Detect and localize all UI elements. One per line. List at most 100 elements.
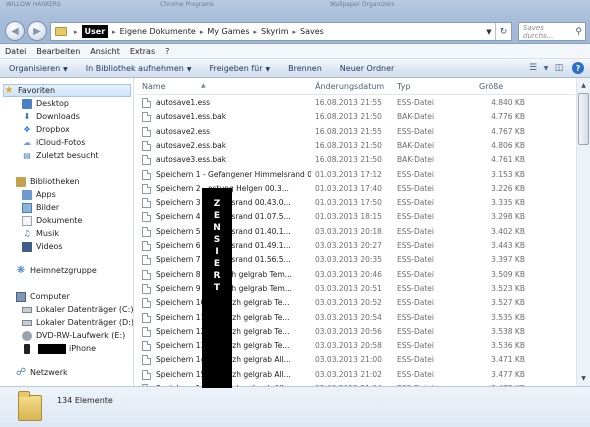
nav-drive-d[interactable]: Lokaler Datenträger (D:) bbox=[22, 316, 133, 329]
video-icon bbox=[22, 241, 32, 252]
share-button[interactable]: Freigeben für ▼ bbox=[200, 64, 279, 73]
file-name: Speichern 1 - Gefangener Himmelsrand 0..… bbox=[156, 169, 311, 179]
file-row[interactable]: Speichern 11 - dsturzh gelgrab Te...03.0… bbox=[135, 311, 575, 325]
scroll-up-icon[interactable]: ▲ bbox=[577, 79, 590, 92]
vertical-scrollbar[interactable]: ▲ ▼ bbox=[576, 78, 590, 386]
nav-drive-e[interactable]: DVD-RW-Laufwerk (E:) bbox=[22, 329, 125, 342]
file-size: 3.298 KB bbox=[491, 212, 525, 222]
menu-bearbeiten[interactable]: Bearbeiten bbox=[31, 47, 85, 56]
file-row[interactable]: autosave2.ess.bak 16.08.2013 21:50 BAK-Dat… bbox=[135, 139, 575, 153]
censor-letter: I bbox=[215, 247, 219, 257]
address-bar[interactable]: ▸ User ▸ Eigene Dokumente ▸ My Games ▸ S… bbox=[50, 22, 512, 41]
organize-button[interactable]: Organisieren ▼ bbox=[0, 64, 77, 73]
search-icon[interactable]: ⚲ bbox=[575, 27, 582, 37]
file-row[interactable]: Speichern 7 - immelsrand 01.56.5...03.03… bbox=[135, 253, 575, 267]
censor-bar: ZENSIERT bbox=[202, 188, 232, 388]
file-row[interactable]: Speichern 13 - dsturzh gelgrab Te...03.0… bbox=[135, 339, 575, 353]
nav-icloud[interactable]: ☁ iCloud-Fotos bbox=[22, 136, 85, 149]
file-row[interactable]: Speichern 14 - dsturzh gelgrab All...03.… bbox=[135, 353, 575, 367]
file-row[interactable]: Speichern 6 - immelsrand 01.49.1...03.03… bbox=[135, 239, 575, 253]
help-icon[interactable]: ? bbox=[572, 62, 584, 74]
preview-pane-icon[interactable]: ◫ bbox=[550, 61, 568, 76]
column-type[interactable]: Typ bbox=[397, 82, 410, 91]
nav-downloads[interactable]: ⬇ Downloads bbox=[22, 110, 80, 123]
nav-videos[interactable]: Videos bbox=[22, 240, 63, 253]
file-type: ESS-Datei bbox=[397, 183, 434, 193]
nav-homegroup[interactable]: ❋ Heimnetzgruppe bbox=[16, 264, 97, 277]
burn-button[interactable]: Brennen bbox=[279, 64, 331, 73]
file-row[interactable]: Speichern 1 - Gefangener Himmelsrand 0..… bbox=[135, 168, 575, 182]
nav-pictures-label: Bilder bbox=[36, 203, 60, 212]
breadcrumb-my-games[interactable]: My Games bbox=[207, 27, 249, 36]
refresh-icon[interactable]: ↻ bbox=[495, 23, 511, 40]
nav-desktop[interactable]: Desktop bbox=[22, 97, 69, 110]
file-type: ESS-Datei bbox=[397, 269, 434, 279]
nav-network[interactable]: ☍ Netzwerk bbox=[16, 366, 68, 379]
include-library-label: In Bibliothek aufnehmen bbox=[85, 63, 184, 73]
back-button[interactable]: ◀ bbox=[5, 21, 25, 41]
star-icon: ★ bbox=[4, 85, 14, 96]
nav-documents[interactable]: Dokumente bbox=[22, 214, 82, 227]
file-row[interactable]: autosave1.ess.bak 16.08.2013 21:50 BAK-Dat… bbox=[135, 110, 575, 124]
file-row[interactable]: autosave2.ess 16.08.2013 21:55 ESS-Datei 4.… bbox=[135, 125, 575, 139]
forward-button[interactable]: ▶ bbox=[27, 21, 47, 41]
include-library-button[interactable]: In Bibliothek aufnehmen ▼ bbox=[77, 64, 201, 73]
nav-recent-label: Zuletzt besucht bbox=[36, 151, 99, 160]
chevron-right-icon[interactable]: ▸ bbox=[293, 28, 297, 36]
breadcrumb-saves[interactable]: Saves bbox=[300, 27, 324, 36]
file-row[interactable]: Speichern 12 - dsturzh gelgrab Te...03.0… bbox=[135, 325, 575, 339]
column-date[interactable]: Änderungsdatum bbox=[315, 82, 384, 91]
chevron-right-icon[interactable]: ▸ bbox=[200, 28, 204, 36]
nav-iphone[interactable]: iPhone bbox=[24, 342, 96, 355]
chevron-down-icon[interactable]: ▼ bbox=[483, 28, 495, 36]
nav-music[interactable]: ♫ Musik bbox=[22, 227, 59, 240]
menu-extras[interactable]: Extras bbox=[125, 47, 160, 56]
breadcrumb-skyrim[interactable]: Skyrim bbox=[261, 27, 288, 36]
column-size[interactable]: Größe bbox=[479, 82, 503, 91]
nav-dropbox[interactable]: ❖ Dropbox bbox=[22, 123, 69, 136]
file-row[interactable]: Speichern 8 - dsturzh gelgrab Tem...03.0… bbox=[135, 268, 575, 282]
search-input[interactable]: Saves durchs... ⚲ bbox=[518, 22, 586, 41]
menu-ansicht[interactable]: Ansicht bbox=[85, 47, 125, 56]
recent-places-icon: ▤ bbox=[23, 151, 31, 160]
file-row[interactable]: Speichern 10 - dsturzh gelgrab Te...03.0… bbox=[135, 296, 575, 310]
new-folder-button[interactable]: Neuer Ordner bbox=[331, 64, 404, 73]
nav-iphone-label: iPhone bbox=[69, 344, 97, 353]
scrollbar-thumb[interactable] bbox=[578, 93, 589, 145]
nav-drive-c[interactable]: Lokaler Datenträger (C:) bbox=[22, 303, 133, 316]
chevron-down-icon[interactable]: ▼ bbox=[542, 61, 550, 76]
cloud-icon: ☁ bbox=[23, 138, 31, 147]
file-date: 01.03.2013 17:40 bbox=[315, 183, 382, 193]
network-icon: ☍ bbox=[15, 367, 27, 378]
menu-help[interactable]: ? bbox=[160, 47, 174, 56]
chevron-right-icon[interactable]: ▸ bbox=[112, 28, 116, 36]
scroll-down-icon[interactable]: ▼ bbox=[577, 372, 590, 385]
file-row[interactable]: Speichern 2 - estung Helgen 00.3...01.03… bbox=[135, 182, 575, 196]
column-name[interactable]: Name bbox=[142, 82, 166, 91]
file-row[interactable]: Speichern 15 - dsturzh gelgrab All...03.… bbox=[135, 368, 575, 382]
menu-datei[interactable]: Datei bbox=[0, 47, 31, 56]
file-row[interactable]: Speichern 4 - immelsrand 01.07.5...01.03… bbox=[135, 210, 575, 224]
file-size: 3.226 KB bbox=[491, 183, 525, 193]
item-count: 134 Elemente bbox=[57, 396, 113, 405]
nav-apps[interactable]: Apps bbox=[22, 188, 56, 201]
nav-downloads-label: Downloads bbox=[36, 112, 80, 121]
file-icon bbox=[142, 283, 151, 294]
file-row[interactable]: autosave1.ess 16.08.2013 21:55 ESS-Datei 4.… bbox=[135, 96, 575, 110]
view-options-icon[interactable]: ☰ bbox=[524, 61, 542, 76]
breadcrumb-eigene-dokumente[interactable]: Eigene Dokumente bbox=[120, 27, 196, 36]
file-row[interactable]: Speichern 5 - immelsrand 01.40.1...03.03… bbox=[135, 225, 575, 239]
breadcrumb-user[interactable]: User bbox=[81, 25, 109, 38]
file-row[interactable]: autosave3.ess.bak 16.08.2013 21:50 BAK-Dat… bbox=[135, 153, 575, 167]
file-row[interactable]: Speichern 3 - immelsrand 00.43.0...01.03… bbox=[135, 196, 575, 210]
nav-recent[interactable]: ▤ Zuletzt besucht bbox=[22, 149, 99, 162]
nav-computer[interactable]: Computer bbox=[16, 290, 70, 303]
nav-pictures[interactable]: Bilder bbox=[22, 201, 59, 214]
nav-libraries[interactable]: Bibliotheken bbox=[16, 175, 80, 188]
chevron-right-icon[interactable]: ▸ bbox=[254, 28, 258, 36]
file-row[interactable]: Speichern 9 - dsturzh gelgrab Tem...03.0… bbox=[135, 282, 575, 296]
chevron-right-icon[interactable]: ▸ bbox=[74, 28, 78, 36]
file-icon bbox=[142, 369, 151, 380]
nav-favorites[interactable]: ★ Favoriten bbox=[3, 84, 131, 97]
file-type: ESS-Datei bbox=[397, 369, 434, 379]
